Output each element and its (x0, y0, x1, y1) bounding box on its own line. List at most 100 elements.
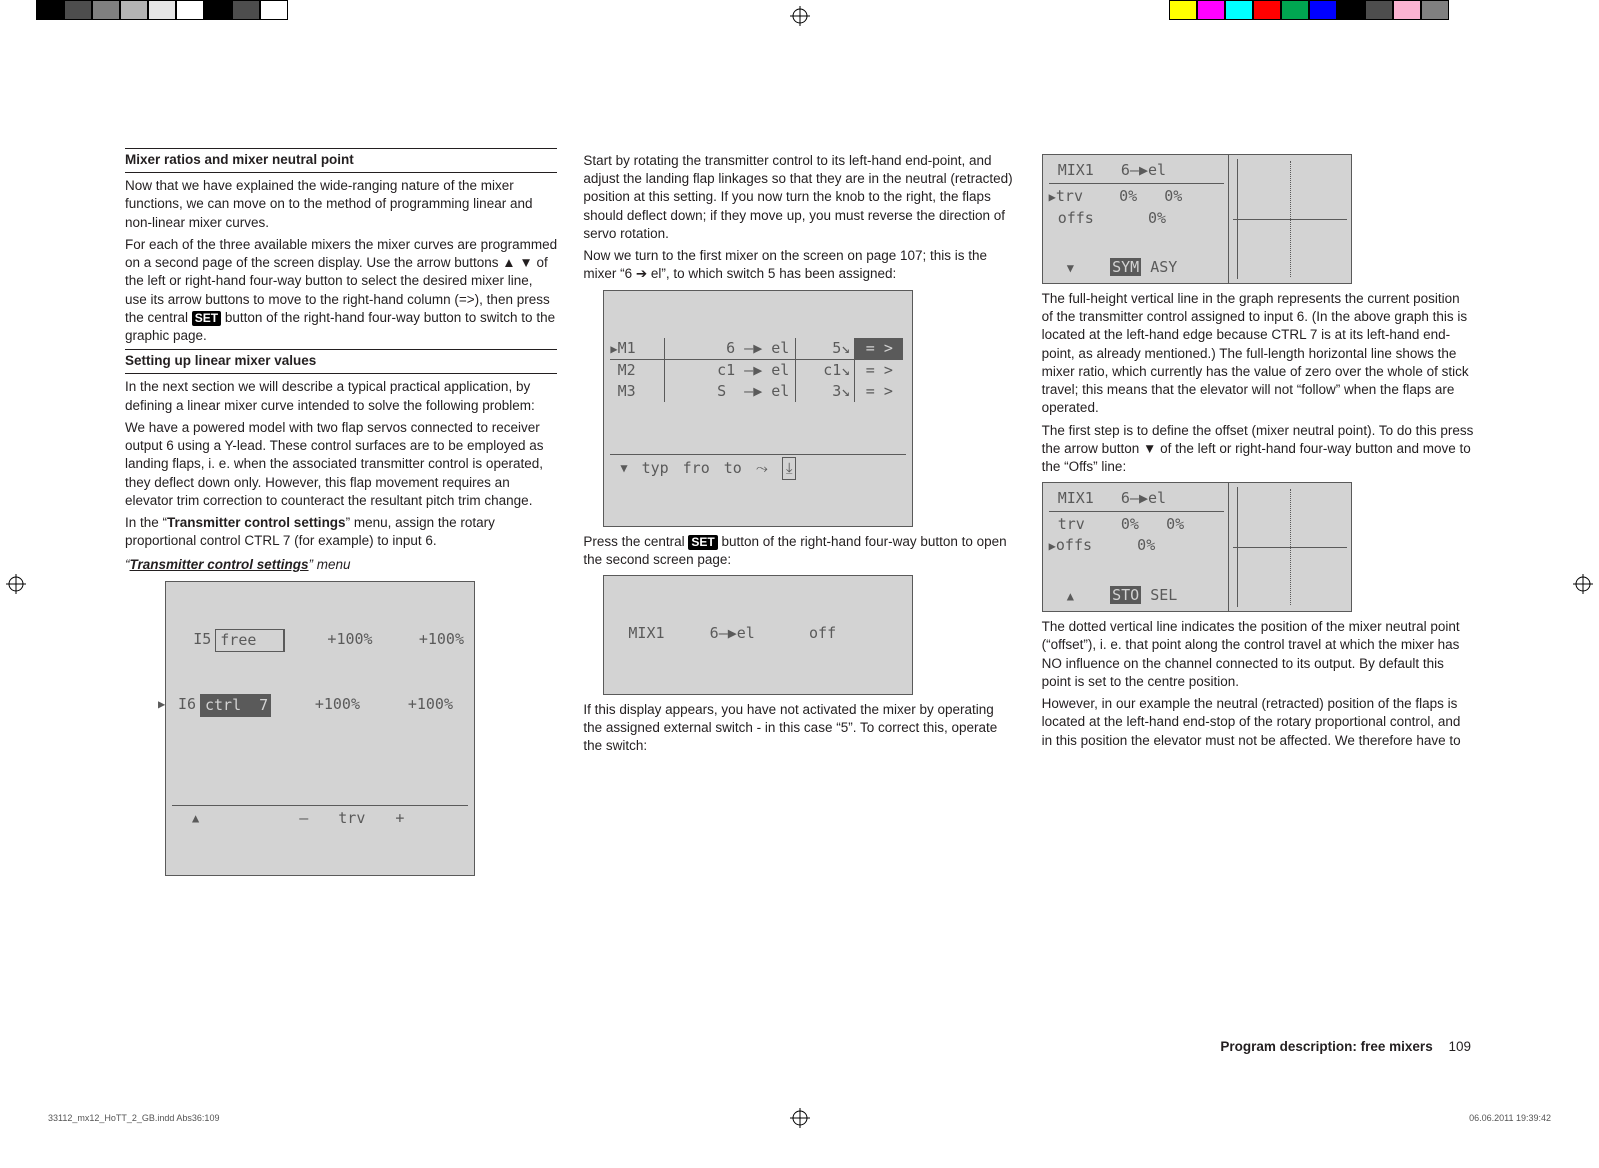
lcd-transmitter-control: I5 free +100% +100% ▶ I6 ctrl 7 +100% +1… (165, 581, 475, 876)
cursor-icon: ▶ (1049, 190, 1056, 204)
body-text: In the next section we will describe a t… (125, 378, 557, 414)
body-text: We have a powered model with two flap se… (125, 419, 557, 510)
table-row: M3S –▶ el3↘= > (610, 381, 906, 402)
lcd-mix-off: MIX1 6–▶el off (603, 575, 913, 695)
mixer-rows: ▶M16 –▶ el5↘= > M2c1 –▶ elc1↘= > M3S –▶ … (610, 338, 906, 402)
content-columns: Mixer ratios and mixer neutral point Now… (125, 148, 1474, 1078)
lcd-row: offs 0% (1049, 208, 1224, 229)
color-swatch (1337, 0, 1365, 20)
row-label: trv (1058, 515, 1085, 533)
value: 0% (1148, 209, 1166, 227)
body-text: Start by rotating the transmitter contro… (583, 152, 1015, 243)
heading-linear-mixer: Setting up linear mixer values (125, 349, 557, 374)
mixer-id: M3 (610, 381, 664, 402)
row-label: trv (1056, 187, 1083, 205)
color-swatch (1365, 0, 1393, 20)
column-1: Mixer ratios and mixer neutral point Now… (125, 148, 557, 1078)
lcd-footer: ▲ – trv + (172, 805, 468, 829)
value: +100% (270, 694, 364, 717)
row-label: offs (1058, 209, 1094, 227)
color-swatch (120, 0, 148, 20)
plus-label: + (395, 808, 404, 829)
registration-mark-icon (6, 574, 26, 594)
footer-label: fro (683, 458, 710, 479)
color-swatch (204, 0, 232, 20)
goto-cell: = > (854, 381, 903, 402)
minus-label: – (299, 808, 308, 829)
mix-title: MIX1 (1058, 161, 1094, 179)
value: 0% (1166, 515, 1184, 533)
divider (1049, 511, 1224, 512)
color-swatch (1281, 0, 1309, 20)
body-text: Now that we have explained the wide-rang… (125, 177, 557, 232)
cursor-icon: ▶ (1049, 539, 1056, 553)
asy-button: ASY (1150, 258, 1177, 276)
menu-name: Transmitter control settings (167, 515, 346, 530)
value: 0% (1121, 515, 1139, 533)
footer-title: Program description: free mixers (1220, 1039, 1432, 1054)
slug-left: 33112_mx12_HoTT_2_GB.indd Abs36:109 (48, 1112, 219, 1124)
registration-mark-icon (790, 1108, 810, 1128)
goto-cell: = > (854, 360, 903, 381)
mixer-id: ▶M1 (610, 338, 664, 360)
table-row: M2c1 –▶ elc1↘= > (610, 360, 906, 381)
color-swatch (1225, 0, 1253, 20)
value: +100% (364, 694, 457, 717)
input-id: I6 (170, 694, 200, 717)
mix-title: MIX1 (1058, 489, 1094, 507)
curve-icon: ⤳ (756, 458, 768, 479)
arrow-up-icon: ▲ (1067, 589, 1074, 603)
assignment: free (215, 629, 284, 652)
slug-right: 06.06.2011 19:39:42 (1469, 1112, 1551, 1124)
color-swatch (176, 0, 204, 20)
color-swatch (92, 0, 120, 20)
mixer-route: c1 –▶ el (664, 360, 795, 381)
menu-caption: “Transmitter control settings” menu (125, 556, 557, 574)
lcd-row: ▶offs 0% (1049, 535, 1224, 557)
lcd-row: MIX1 6–▶el off (610, 623, 906, 644)
mixer-route: 6 –▶ el (664, 338, 795, 360)
value: +100% (284, 629, 376, 652)
footer-label: typ (642, 458, 669, 479)
mixer-switch: 3↘ (795, 381, 854, 402)
arrow-down-icon: ▼ (620, 458, 627, 479)
color-swatch (1169, 0, 1197, 20)
lcd-row: ▶trv 0% 0% (1049, 186, 1224, 208)
value: 0% (1119, 187, 1137, 205)
page-footer: Program description: free mixers 109 (1220, 1038, 1471, 1056)
color-swatch (1393, 0, 1421, 20)
lcd-footer: ▼ SYM ASY (1049, 257, 1224, 279)
table-row: I5 free +100% +100% (172, 629, 468, 652)
mix-state: off (809, 624, 836, 642)
graph-vline-solid (1237, 487, 1238, 607)
lcd-footer: ▲ STO SEL (1049, 585, 1224, 607)
mix-route: 6–▶el (710, 624, 755, 642)
body-text: However, in our example the neutral (ret… (1042, 695, 1474, 750)
body-text: The first step is to define the offset (… (1042, 422, 1474, 477)
arrow-down-icon: ▼ (1067, 261, 1074, 275)
color-swatch (1309, 0, 1337, 20)
lcd-row: MIX1 6–▶el (1049, 488, 1224, 509)
registration-mark-icon (1573, 574, 1593, 594)
body-text: In the “ (125, 515, 167, 530)
value: 0% (1137, 536, 1155, 554)
color-swatch (148, 0, 176, 20)
row-label: offs (1056, 536, 1092, 554)
body-text: Press the central (583, 534, 688, 549)
mixer-switch: c1↘ (795, 360, 854, 381)
mix-route: 6–▶el (1121, 161, 1166, 179)
arrow-up-icon: ▲ (192, 808, 199, 829)
page-number: 109 (1448, 1039, 1471, 1054)
mixer-graph (1228, 155, 1351, 283)
color-swatch (260, 0, 288, 20)
cursor-icon: ▶ (158, 694, 170, 717)
color-swatch (232, 0, 260, 20)
column-2: Start by rotating the transmitter contro… (583, 148, 1015, 1078)
color-swatch (1421, 0, 1449, 20)
mix-title: MIX1 (628, 624, 664, 642)
lcd-left-panel: MIX1 6–▶el ▶trv 0% 0% offs 0% ▼ SYM ASY (1049, 160, 1228, 279)
value: 0% (1164, 187, 1182, 205)
color-bar-left (36, 0, 288, 20)
value: +100% (377, 629, 468, 652)
assignment-selected: ctrl 7 (200, 694, 270, 717)
